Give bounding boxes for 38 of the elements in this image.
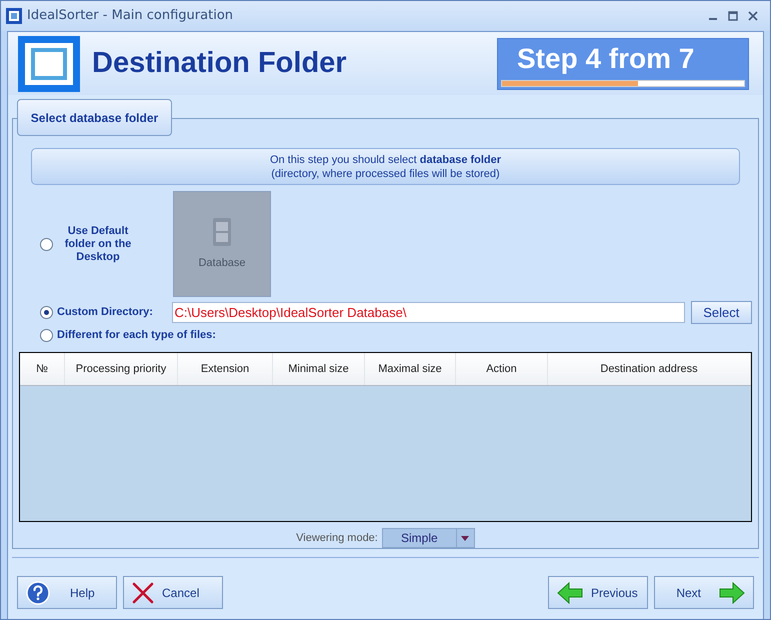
window-title: IdealSorter - Main configuration <box>27 7 234 26</box>
cabinet-icon <box>211 216 233 247</box>
help-button[interactable]: Help <box>17 576 117 609</box>
arrow-left-icon <box>557 582 583 604</box>
maximize-icon[interactable] <box>728 11 738 21</box>
option-label[interactable]: Use Default folder on the Desktop <box>62 224 134 264</box>
help-icon <box>26 580 50 604</box>
radio-button[interactable] <box>40 238 53 250</box>
app-icon <box>5 7 23 25</box>
step-label: Step 4 from 7 <box>516 42 696 74</box>
close-icon <box>132 582 154 604</box>
select-button[interactable]: Select <box>690 301 752 324</box>
path-field[interactable]: C:\Users\Desktop\IdealSorter Database\ <box>172 302 685 323</box>
caret-icon <box>461 536 470 540</box>
close-icon[interactable] <box>748 11 758 21</box>
previous-button[interactable]: Previous <box>548 576 648 609</box>
logo-icon <box>18 36 80 92</box>
column-header[interactable]: Extension <box>178 353 273 385</box>
column-header[interactable]: Action <box>456 353 548 385</box>
viewing-mode-label: Viewering mode: <box>296 530 378 546</box>
option-label[interactable]: Different for each type of files: <box>57 326 216 344</box>
column-header[interactable]: № <box>20 353 65 385</box>
option-label[interactable]: Custom Directory: <box>57 304 153 321</box>
tile-label: Database <box>198 256 246 271</box>
next-button[interactable]: Next <box>654 576 754 609</box>
column-header[interactable]: Processing priority <box>65 353 178 385</box>
info-text: (directory, where processed files will be stored) <box>271 166 500 180</box>
radio-button[interactable] <box>40 328 53 342</box>
info-text: On this step you should select database folder <box>270 152 502 166</box>
column-header[interactable]: Minimal size <box>273 353 365 385</box>
viewing-mode-dropdown[interactable]: Simple <box>382 528 475 548</box>
cancel-button[interactable]: Cancel <box>123 576 223 609</box>
column-header[interactable]: Maximal size <box>365 353 456 385</box>
arrow-right-icon <box>719 582 745 604</box>
page-title: Destination Folder <box>92 46 347 81</box>
column-header[interactable]: Destination address <box>548 353 751 385</box>
radio-button[interactable] <box>40 306 53 319</box>
section-tab[interactable]: Select database folder <box>17 99 172 136</box>
